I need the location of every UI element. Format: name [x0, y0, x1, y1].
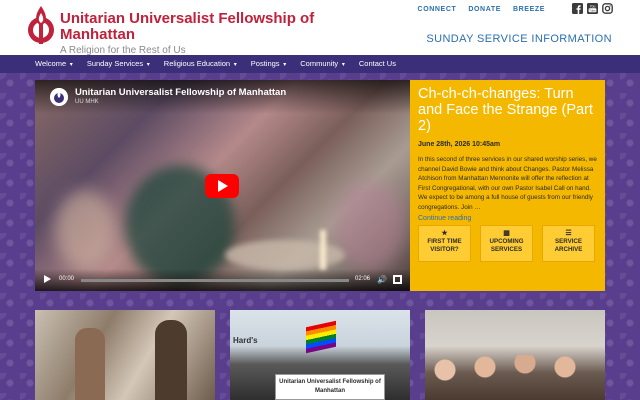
calendar-icon: ▦ [503, 230, 510, 237]
nav-label: Welcome [35, 59, 67, 68]
photo-card-worship[interactable] [35, 310, 215, 400]
cta-label: UPCOMING SERVICES [489, 238, 524, 253]
continue-reading-link[interactable]: Continue reading [418, 215, 597, 222]
nav-sunday-services[interactable]: Sunday Services ▾ [80, 55, 157, 73]
youtube-play-button[interactable] [205, 174, 239, 198]
featured-title[interactable]: Ch-ch-ch-changes: Turn and Face the Stra… [418, 86, 597, 134]
chevron-down-icon: ▾ [281, 62, 287, 68]
video-duration: 02:06 [355, 276, 371, 282]
cta-buttons: ★ FIRST TIME VISITOR? ▦ UPCOMING SERVICE… [418, 225, 595, 262]
video-current-time: 00:00 [59, 276, 75, 282]
connect-link[interactable]: CONNECT [418, 6, 457, 13]
video-controls: 00:00 02:06 🔊 [35, 269, 410, 291]
nav-label: Sunday Services [86, 59, 144, 68]
video-frame-shape [225, 240, 345, 270]
cta-label: SERVICE ARCHIVE [554, 238, 583, 253]
breeze-link[interactable]: BREEZE [513, 6, 545, 13]
video-player[interactable]: Unitarian Universalist Fellowship of Man… [35, 80, 410, 291]
play-icon[interactable] [44, 275, 51, 283]
main-nav: Welcome ▾ Sunday Services ▾ Religious Ed… [0, 55, 640, 73]
photo-figure [75, 328, 105, 400]
video-frame-shape [335, 180, 405, 270]
social-links: You Tube [572, 3, 613, 14]
video-progress-bar[interactable] [81, 279, 349, 282]
photo-faces [425, 355, 605, 400]
instagram-icon[interactable] [602, 3, 613, 14]
featured-description: In this second of three services in our … [418, 156, 597, 211]
facebook-icon[interactable] [572, 3, 583, 14]
chevron-down-icon: ▾ [340, 62, 345, 68]
volume-icon[interactable]: 🔊 [377, 275, 387, 285]
nav-label: Religious Education [163, 59, 231, 68]
nav-label: Community [300, 59, 339, 68]
sunday-service-info-link[interactable]: SUNDAY SERVICE INFORMATION [426, 33, 612, 45]
chevron-down-icon: ▾ [68, 62, 73, 68]
pride-flag-icon [306, 320, 336, 354]
fullscreen-icon[interactable] [393, 275, 402, 284]
site-header: Unitarian Universalist Fellowship of Man… [0, 0, 640, 56]
storefront-sign: Hard's [233, 336, 258, 345]
nav-postings[interactable]: Postings ▾ [244, 55, 293, 73]
nav-label: Contact Us [358, 59, 396, 68]
first-time-visitor-button[interactable]: ★ FIRST TIME VISITOR? [418, 225, 471, 262]
video-frame-shape [320, 230, 326, 270]
nav-religious-education[interactable]: Religious Education ▾ [157, 55, 244, 73]
chevron-down-icon: ▾ [232, 62, 237, 68]
cta-label: FIRST TIME VISITOR? [427, 238, 462, 253]
video-channel-name[interactable]: UU MHK [75, 99, 99, 105]
chalice-logo-icon[interactable] [26, 4, 56, 48]
photo-figure [155, 320, 187, 400]
photo-card-group[interactable] [425, 310, 605, 400]
featured-service-panel: Ch-ch-ch-changes: Turn and Face the Stra… [410, 80, 605, 291]
banner-sign: Unitarian Universalist Fellowship of Man… [275, 374, 385, 400]
nav-label: Postings [250, 59, 280, 68]
video-frame-shape [55, 190, 115, 270]
nav-contact-us[interactable]: Contact Us [352, 55, 403, 73]
nav-community[interactable]: Community ▾ [293, 55, 352, 73]
chevron-down-icon: ▾ [145, 62, 150, 68]
star-icon: ★ [441, 230, 448, 237]
photo-card-pride[interactable]: Hard's Unitarian Universalist Fellowship… [230, 310, 410, 400]
service-archive-button[interactable]: ☰ SERVICE ARCHIVE [542, 225, 595, 262]
upcoming-services-button[interactable]: ▦ UPCOMING SERVICES [480, 225, 533, 262]
youtube-icon[interactable]: You Tube [587, 3, 598, 14]
site-title[interactable]: Unitarian Universalist Fellowship of Man… [60, 11, 330, 43]
nav-welcome[interactable]: Welcome ▾ [28, 55, 80, 73]
donate-link[interactable]: DONATE [468, 6, 501, 13]
featured-date: June 28th, 2026 10:45am [418, 141, 501, 148]
list-icon: ☰ [565, 230, 572, 237]
video-title[interactable]: Unitarian Universalist Fellowship of Man… [75, 87, 286, 98]
channel-avatar-icon[interactable] [50, 88, 68, 106]
svg-text:Tube: Tube [589, 8, 596, 12]
top-links: CONNECT DONATE BREEZE [418, 6, 545, 13]
